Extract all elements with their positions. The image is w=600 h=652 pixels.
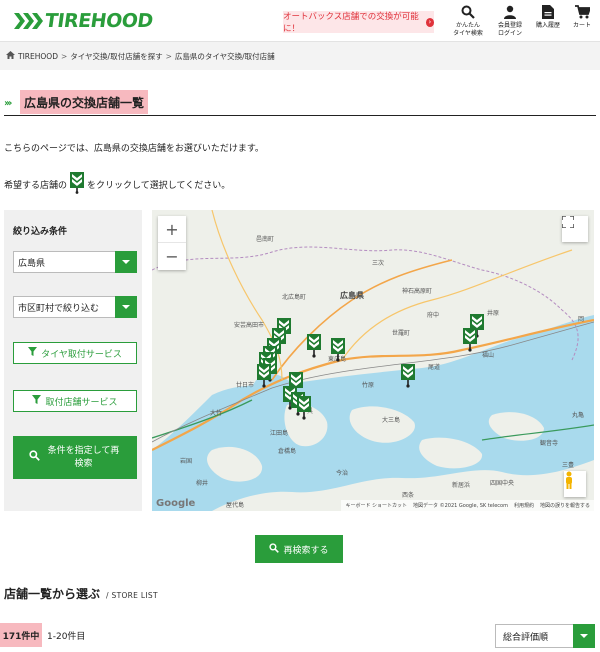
research-label: 再検索する: [283, 545, 329, 556]
site-logo[interactable]: TIREHOOD: [14, 10, 155, 32]
result-count: 171件中: [0, 623, 42, 647]
zoom-out-button[interactable]: −: [158, 243, 186, 270]
map-report-link[interactable]: 地図の誤りを報告する: [540, 502, 590, 509]
nav-login[interactable]: 会員登録 ログイン: [495, 4, 525, 38]
store-list-title: 店舗一覧から選ぶ: [4, 587, 101, 601]
intro-instruction-after: をクリックして選択してください。: [87, 181, 231, 191]
filter-funnel-icon: [28, 347, 38, 359]
map-data-credit: 地図データ ©2021 Google, SK telecom: [413, 503, 508, 509]
user-icon: [502, 4, 518, 20]
store-pin[interactable]: [307, 334, 321, 358]
store-pin[interactable]: [331, 338, 345, 362]
logo-chevrons-icon: [14, 13, 43, 29]
map-zoom-control: + −: [158, 216, 186, 270]
breadcrumb: TIREHOOD > タイヤ交換/取付店舗を探す > 広島県のタイヤ交換/取付店…: [0, 42, 600, 70]
store-pin[interactable]: [257, 364, 271, 388]
apply-filter-button[interactable]: 条件を指定して再検索: [13, 436, 137, 479]
shop-service-filter-button[interactable]: 取付店舗サービス: [13, 390, 137, 412]
store-pin-icon: [70, 172, 85, 197]
store-list-heading: 店舗一覧から選ぶ / STORE LIST: [4, 585, 158, 602]
page-title-row: ››› 広島県の交換店舗一覧: [4, 90, 596, 116]
sort-select[interactable]: 総合評価順: [495, 624, 595, 648]
search-icon: [269, 542, 280, 556]
promo-banner[interactable]: オートバックス店舗での交換が可能に！ ›: [283, 11, 434, 34]
chevron-down-icon: [115, 251, 137, 273]
filter-panel: 絞り込み条件 広島県 市区町村で絞り込む タイヤ取付サービス 取付店舗サービス …: [4, 210, 142, 511]
chevron-down-icon: [115, 296, 137, 318]
store-pin[interactable]: [463, 328, 477, 352]
result-range: 1-20件目: [47, 632, 86, 642]
home-icon: [6, 51, 15, 61]
nav-easy-search-label: かんたん タイヤ検索: [453, 22, 483, 37]
city-select-value: 市区町村で絞り込む: [18, 303, 100, 314]
logo-text: TIREHOOD: [43, 10, 155, 32]
nav-history[interactable]: 購入履歴: [533, 4, 563, 30]
nav-history-label: 購入履歴: [535, 22, 560, 29]
google-logo: Google: [156, 498, 196, 509]
map-shortcuts-link[interactable]: キーボード ショートカット: [345, 502, 407, 509]
document-icon: [540, 4, 556, 20]
filter-funnel-icon: [32, 395, 42, 407]
chevron-right-icon: ›: [425, 17, 434, 27]
search-icon: [460, 4, 476, 20]
cart-icon: [574, 4, 590, 20]
store-map[interactable]: 浜田 三次 邑南町 安芸高田市 北広島町 広島県 世羅町 府中 神石高原町 井原…: [152, 210, 594, 511]
intro-instruction: 希望する店舗の をクリックして選択してください。: [4, 172, 230, 197]
zoom-in-button[interactable]: +: [158, 216, 186, 243]
prefecture-select[interactable]: 広島県: [13, 251, 137, 273]
store-pin[interactable]: [297, 396, 311, 420]
street-view-button[interactable]: [564, 471, 586, 497]
tire-service-filter-button[interactable]: タイヤ取付サービス: [13, 342, 137, 364]
shop-service-filter-label: 取付店舗サービス: [45, 397, 118, 408]
breadcrumb-item-find-store[interactable]: タイヤ交換/取付店舗を探す: [70, 51, 162, 62]
search-icon: [28, 449, 40, 466]
store-pin[interactable]: [401, 364, 415, 388]
map-terms-link[interactable]: 利用規約: [514, 502, 534, 509]
nav-cart[interactable]: カート: [568, 4, 596, 30]
nav-cart-label: カート: [572, 22, 591, 29]
breadcrumb-separator: >: [165, 51, 172, 61]
fullscreen-button[interactable]: [562, 216, 588, 242]
city-select[interactable]: 市区町村で絞り込む: [13, 296, 137, 318]
store-list-subtitle: / STORE LIST: [106, 591, 158, 600]
intro-text: こちらのページでは、広島県の交換店舗をお選びいただけます。: [4, 144, 264, 154]
breadcrumb-item-home[interactable]: TIREHOOD: [18, 52, 58, 61]
store-pins-layer: [257, 314, 484, 420]
page-title: 広島県の交換店舗一覧: [20, 90, 149, 114]
promo-text: オートバックス店舗での交換が可能に！: [283, 12, 419, 34]
map-footer: キーボード ショートカット 地図データ ©2021 Google, SK tel…: [341, 500, 594, 511]
research-button[interactable]: 再検索する: [255, 535, 343, 563]
sort-select-value: 総合評価順: [503, 632, 549, 643]
apply-filter-label: 条件を指定して再検索: [47, 445, 120, 469]
breadcrumb-separator: >: [60, 51, 68, 61]
site-header: TIREHOOD オートバックス店舗での交換が可能に！ › かんたん タイヤ検索…: [0, 0, 600, 42]
breadcrumb-item-current: 広島県のタイヤ交換/取付店舗: [174, 51, 275, 61]
nav-easy-search[interactable]: かんたん タイヤ検索: [453, 4, 483, 38]
chevron-down-icon: [573, 624, 595, 648]
intro-instruction-before: 希望する店舗の: [4, 181, 68, 191]
filter-heading: 絞り込み条件: [13, 227, 68, 237]
prefecture-select-value: 広島県: [18, 258, 46, 269]
tire-service-filter-label: タイヤ取付サービス: [41, 349, 122, 360]
title-chevrons-icon: ›››: [4, 98, 13, 109]
nav-login-label: 会員登録 ログイン: [497, 22, 522, 37]
